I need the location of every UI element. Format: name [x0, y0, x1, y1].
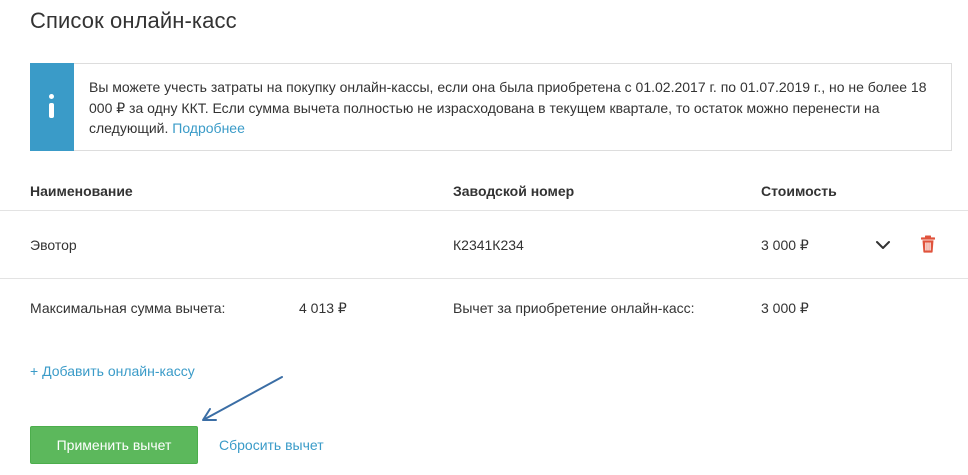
annotation-arrow: [202, 376, 283, 421]
page-title: Список онлайн-касс: [30, 8, 237, 33]
page: Список онлайн-касс Вы можете учесть затр…: [0, 0, 968, 475]
deduction-label: Вычет за приобретение онлайн-касс:: [453, 300, 695, 316]
trash-icon[interactable]: [920, 235, 936, 253]
info-icon: [47, 94, 57, 120]
max-deduction-label: Максимальная сумма вычета:: [30, 300, 226, 316]
info-more-link[interactable]: Подробнее: [172, 120, 245, 136]
column-header-name: Наименование: [30, 183, 133, 199]
divider: [0, 278, 968, 279]
info-text: Вы можете учесть затраты на покупку онла…: [89, 77, 939, 139]
row-name: Эвотор: [30, 237, 77, 253]
row-serial: К2341К234: [453, 237, 524, 253]
deduction-value: 3 000 ₽: [761, 300, 809, 316]
add-register-link[interactable]: + Добавить онлайн-кассу: [30, 363, 195, 379]
info-box: Вы можете учесть затраты на покупку онла…: [30, 63, 952, 151]
divider: [0, 210, 968, 211]
max-deduction-value: 4 013 ₽: [299, 300, 347, 316]
reset-deduction-link[interactable]: Сбросить вычет: [219, 437, 324, 453]
apply-deduction-button[interactable]: Применить вычет: [30, 426, 198, 464]
row-cost: 3 000 ₽: [761, 237, 809, 253]
column-header-cost: Стоимость: [761, 183, 837, 199]
chevron-down-icon[interactable]: [874, 236, 892, 254]
column-header-serial: Заводской номер: [453, 183, 575, 199]
info-stripe: [30, 63, 74, 151]
